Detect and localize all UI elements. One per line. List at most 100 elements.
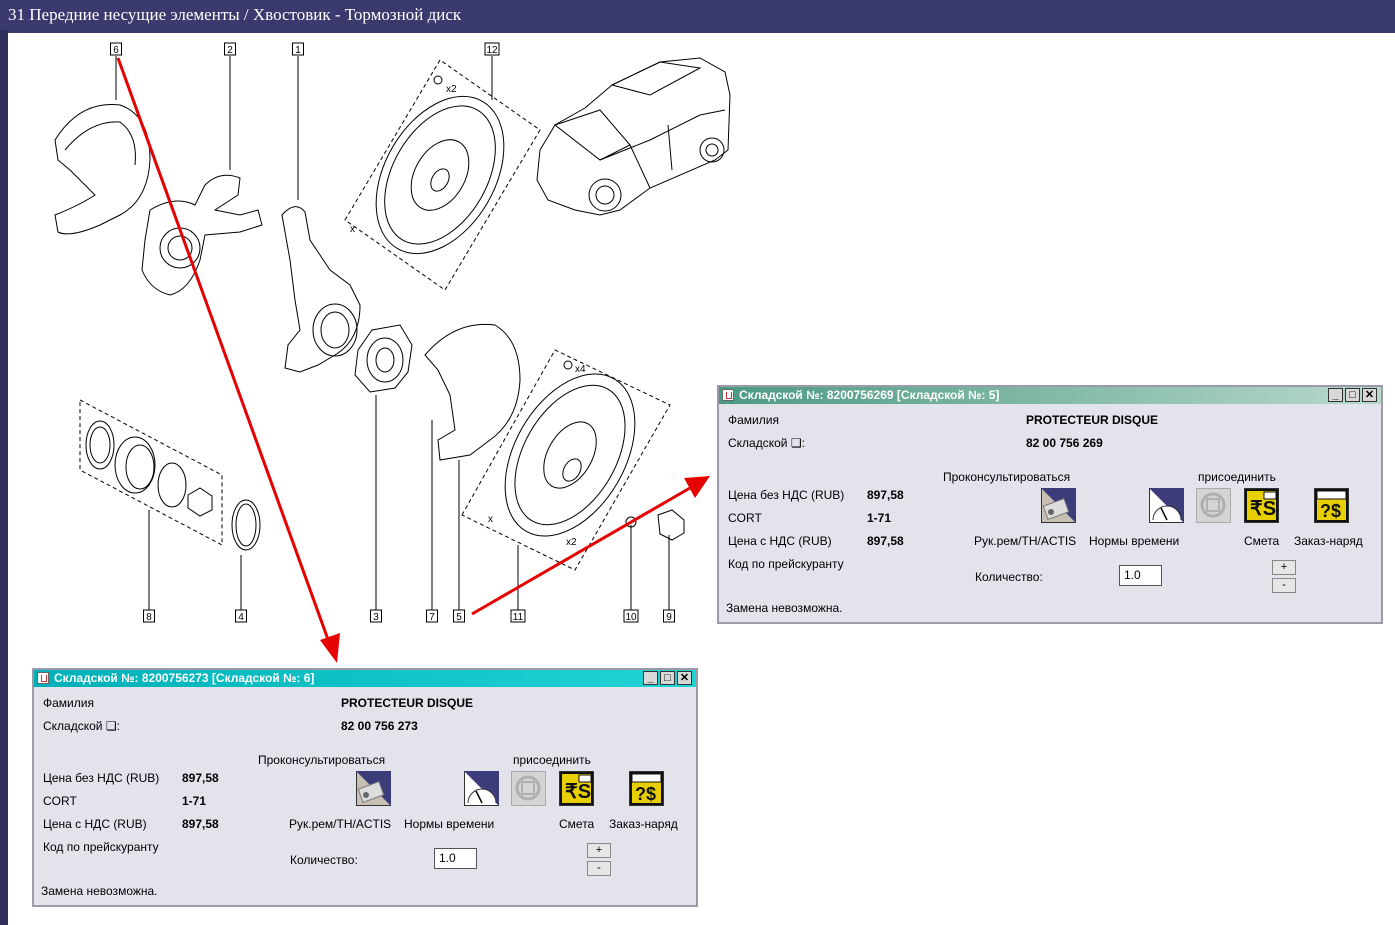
svg-text:5: 5 (456, 612, 462, 623)
dialog-caption-bar[interactable]: Складской №: 8200756269 [Складской №: 5]… (719, 387, 1381, 404)
java-app-icon (722, 389, 734, 401)
svg-text:9: 9 (666, 612, 672, 623)
time-norms-icon[interactable] (464, 771, 499, 806)
work-order-icon[interactable]: ?$ (629, 771, 664, 806)
minimize-button[interactable]: _ (643, 671, 658, 685)
family-label: Фамилия (728, 413, 779, 427)
price-no-vat-value: 897,58 (867, 488, 904, 502)
svg-text:7: 7 (429, 612, 435, 623)
part-info-dialog-5: Складской №: 8200756269 [Складской №: 5]… (717, 385, 1383, 624)
svg-text:4: 4 (238, 612, 244, 623)
svg-text:8: 8 (146, 612, 152, 623)
quantity-increase-button[interactable]: + (1272, 560, 1296, 575)
svg-text:11: 11 (513, 612, 524, 623)
close-button[interactable]: ✕ (1362, 388, 1377, 402)
maximize-button[interactable]: □ (660, 671, 675, 685)
price-no-vat-label: Цена без НДС (RUB) (728, 488, 845, 502)
cort-label: CORT (728, 511, 762, 525)
price-no-vat-value: 897,58 (182, 771, 219, 785)
family-value: PROTECTEUR DISQUE (1026, 413, 1159, 427)
price-vat-value: 897,58 (182, 817, 219, 831)
callout-10[interactable]: 10 (623, 609, 639, 623)
estimate-label: Смета (1244, 534, 1280, 548)
callout-5[interactable]: 5 (453, 609, 465, 623)
status-text: Замена невозможна. (41, 884, 158, 898)
pricelist-code-label: Код по прейскуранту (728, 557, 844, 571)
svg-text:12: 12 (486, 45, 498, 56)
price-vat-value: 897,58 (867, 534, 904, 548)
time-norms-icon[interactable] (1149, 488, 1184, 523)
pricelist-code-label: Код по прейскуранту (43, 840, 159, 854)
estimate-icon[interactable]: ₹S (1244, 488, 1279, 523)
status-text: Замена невозможна. (726, 601, 843, 615)
time-norms-label: Нормы времени (404, 817, 495, 831)
dialog-caption: Складской №: 8200756269 [Складской №: 5] (739, 388, 1000, 402)
stock-label: Складской ❑: (43, 719, 120, 733)
diagram-mark-x-bottom: x (488, 514, 493, 525)
callout-9[interactable]: 9 (663, 609, 675, 623)
svg-text:10: 10 (625, 612, 637, 623)
repair-manual-icon[interactable] (356, 771, 391, 806)
callout-11[interactable]: 11 (510, 609, 526, 623)
cort-value: 1-71 (182, 794, 207, 808)
attach-disabled-icon (1196, 488, 1231, 523)
svg-text:1: 1 (295, 45, 301, 56)
price-vat-label: Цена с НДС (RUB) (43, 817, 147, 831)
time-norms-label: Нормы времени (1089, 534, 1180, 548)
consult-label: Проконсультироваться (943, 470, 1071, 484)
callout-3[interactable]: 3 (370, 609, 382, 623)
diagram-mark-x2-top: x2 (446, 84, 457, 95)
maximize-button[interactable]: □ (1345, 388, 1360, 402)
svg-text:₹S: ₹S (565, 781, 591, 803)
quantity-input[interactable]: 1.0 (434, 848, 477, 869)
repair-manual-icon[interactable] (1041, 488, 1076, 523)
work-order-label: Заказ-наряд (1294, 534, 1363, 548)
quantity-label: Количество: (975, 570, 1043, 584)
family-label: Фамилия (43, 696, 94, 710)
diagram-mark-x4: x4 (575, 364, 586, 375)
quantity-decrease-button[interactable]: - (1272, 578, 1296, 593)
repair-manual-label: Рук.рем/TH/ACTIS (289, 817, 392, 831)
price-vat-label: Цена с НДС (RUB) (728, 534, 832, 548)
family-value: PROTECTEUR DISQUE (341, 696, 474, 710)
work-order-label: Заказ-наряд (609, 817, 678, 831)
repair-manual-label: Рук.рем/TH/ACTIS (974, 534, 1077, 548)
consult-label: Проконсультироваться (258, 753, 386, 767)
cort-value: 1-71 (867, 511, 892, 525)
stock-value: 82 00 756 269 (1026, 436, 1103, 450)
svg-text:2: 2 (227, 45, 233, 56)
dialog-caption-bar[interactable]: Складской №: 8200756273 [Складской №: 6]… (34, 670, 696, 687)
svg-text:6: 6 (113, 45, 119, 56)
svg-text:₹S: ₹S (1250, 498, 1276, 520)
work-order-icon[interactable]: ?$ (1314, 488, 1349, 523)
estimate-label: Смета (559, 817, 595, 831)
attach-label: присоединить (1198, 470, 1276, 484)
callout-1[interactable]: 1 (292, 42, 304, 56)
svg-text:?$: ?$ (635, 784, 656, 804)
callout-2[interactable]: 2 (224, 42, 236, 56)
dialog-caption: Складской №: 8200756273 [Складской №: 6] (54, 671, 315, 685)
quantity-increase-button[interactable]: + (587, 843, 611, 858)
minimize-button[interactable]: _ (1328, 388, 1343, 402)
quantity-label: Количество: (290, 853, 358, 867)
stock-label: Складской ❑: (728, 436, 805, 450)
cort-label: CORT (43, 794, 77, 808)
callout-12[interactable]: 12 (484, 42, 500, 56)
estimate-icon[interactable]: ₹S (559, 771, 594, 806)
quantity-input[interactable]: 1.0 (1119, 565, 1162, 586)
part-info-dialog-6: Складской №: 8200756273 [Складской №: 6]… (32, 668, 698, 907)
callout-7[interactable]: 7 (426, 609, 438, 623)
quantity-decrease-button[interactable]: - (587, 861, 611, 876)
price-no-vat-label: Цена без НДС (RUB) (43, 771, 160, 785)
callout-4[interactable]: 4 (235, 609, 247, 623)
svg-text:3: 3 (373, 612, 379, 623)
callout-6[interactable]: 6 (110, 42, 122, 56)
diagram-mark-x-top: x (350, 224, 355, 235)
callout-8[interactable]: 8 (143, 609, 155, 623)
svg-text:?$: ?$ (1320, 501, 1341, 521)
java-app-icon (37, 672, 49, 684)
stock-value: 82 00 756 273 (341, 719, 418, 733)
diagram-mark-x2-bottom: x2 (566, 537, 577, 548)
close-button[interactable]: ✕ (677, 671, 692, 685)
attach-disabled-icon (511, 771, 546, 806)
